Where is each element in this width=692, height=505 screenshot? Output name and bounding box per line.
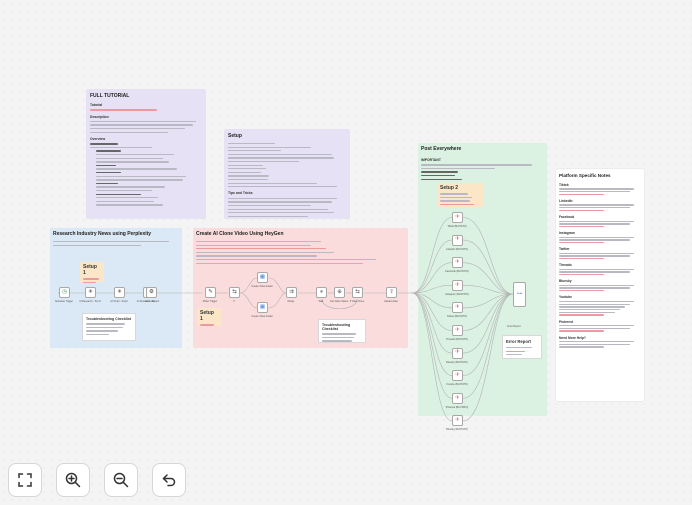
undo-icon bbox=[162, 474, 176, 487]
zoom-out-icon bbox=[113, 472, 129, 488]
post-node-1-label: LinkedIn (BLOTATO) bbox=[445, 247, 469, 251]
upload-video-node[interactable]: ⇪ bbox=[386, 287, 397, 298]
post-node-9-label: Bluesky (BLOTATO) bbox=[446, 428, 468, 432]
if-node[interactable]: ⇆ bbox=[229, 287, 240, 298]
post-2-icon: ✈ bbox=[455, 258, 460, 265]
generate-node-label: Generate bbox=[145, 300, 155, 303]
writer-trigger-icon: ✎ bbox=[208, 288, 213, 295]
post-node-7-label: Youtube (BLOTATO) bbox=[446, 383, 468, 387]
post-9-icon: ✈ bbox=[455, 417, 460, 424]
if-node-label: If bbox=[233, 300, 235, 303]
create-video-node-1-label: Create Video Avatar bbox=[251, 285, 273, 288]
post-node-8[interactable]: ✈ bbox=[452, 392, 463, 404]
post-7-icon: ✈ bbox=[455, 371, 460, 378]
ai-research-node[interactable]: ✳ bbox=[85, 287, 96, 298]
post-8-icon: ✈ bbox=[455, 394, 460, 401]
ai-script-node[interactable]: ✳ bbox=[114, 287, 125, 298]
post-node-6-label: Bluesky (BLOTATO) bbox=[446, 360, 468, 364]
merge-node[interactable]: ⇉ bbox=[286, 287, 297, 298]
post-6-icon: ✈ bbox=[455, 349, 460, 356]
post-node-2[interactable]: ✈ bbox=[452, 257, 463, 269]
post-node-3[interactable]: ✈ bbox=[452, 279, 463, 291]
zoom-in-icon bbox=[65, 472, 81, 488]
if-icon: ⇆ bbox=[232, 288, 237, 295]
generate-node[interactable]: ⚙ bbox=[146, 287, 157, 298]
upload-video-node-label: Upload video bbox=[384, 300, 398, 303]
writer-trigger-node[interactable]: ✎ bbox=[205, 287, 216, 298]
fit-view-button[interactable] bbox=[8, 463, 42, 497]
post-1-icon: ✈ bbox=[455, 236, 460, 243]
get-video-status-node[interactable]: ⊕ bbox=[334, 287, 345, 298]
create-video-node-1[interactable]: ▦ bbox=[257, 272, 268, 283]
merge-icon: ⊶ bbox=[516, 290, 523, 297]
if-video-done-icon: ⇆ bbox=[355, 288, 360, 295]
ai-research-node-label: AI Research - Top N bbox=[79, 300, 101, 303]
create-video-2-icon: ▦ bbox=[259, 303, 266, 310]
post-node-5[interactable]: ✈ bbox=[452, 325, 463, 336]
create-video-node-2-label: Create Video Avatar bbox=[251, 315, 273, 318]
post-node-7[interactable]: ✈ bbox=[452, 370, 463, 382]
get-video-status-icon: ⊕ bbox=[337, 288, 342, 295]
merge-icon: ⇉ bbox=[289, 288, 294, 295]
zoom-in-button[interactable] bbox=[56, 463, 90, 497]
post-node-5-label: Threads (BLOTATO) bbox=[446, 338, 468, 341]
post-node-4[interactable]: ✈ bbox=[452, 302, 463, 314]
post-4-icon: ✈ bbox=[455, 304, 460, 311]
schedule-trigger-node[interactable]: ◷ bbox=[59, 287, 70, 298]
post-node-0-label: Tiktok (BLOTATO) bbox=[447, 225, 467, 228]
upload-video-icon: ⇪ bbox=[389, 288, 394, 295]
post-0-icon: ✈ bbox=[455, 213, 460, 220]
ai-script-node-label: AI Script - Script bbox=[110, 300, 128, 303]
post-node-3-label: Instagram (BLOTATO) bbox=[445, 292, 469, 296]
post-node-1[interactable]: ✈ bbox=[452, 234, 463, 246]
merge-node-label: Merge bbox=[287, 300, 295, 303]
workflow-connections bbox=[58, 217, 514, 422]
wait-node[interactable]: ⏸ bbox=[316, 287, 327, 298]
fullscreen-icon bbox=[18, 473, 32, 487]
ai-research-icon: ✳ bbox=[88, 288, 93, 295]
wait-icon: ⏸ bbox=[320, 288, 323, 295]
if-video-done-node[interactable]: ⇆ bbox=[352, 287, 363, 298]
ai-script-icon: ✳ bbox=[117, 288, 122, 295]
create-video-node-2[interactable]: ▦ bbox=[257, 302, 268, 313]
post-node-8-label: Pinterest (BLOTATO) bbox=[445, 405, 469, 409]
schedule-trigger-icon: ◷ bbox=[62, 288, 67, 295]
error-report-merge-node[interactable]: ⊶ bbox=[513, 282, 526, 307]
if-video-done-node-label: If Video Done bbox=[349, 300, 365, 303]
merge-node-label: Error Report bbox=[507, 325, 521, 328]
post-node-2-label: Facebook (BLOTATO) bbox=[445, 270, 469, 274]
undo-button[interactable] bbox=[152, 463, 186, 497]
post-node-9[interactable]: ✈ bbox=[452, 415, 463, 427]
post-3-icon: ✈ bbox=[455, 281, 460, 288]
post-node-0[interactable]: ✈ bbox=[452, 212, 463, 223]
zoom-out-button[interactable] bbox=[104, 463, 138, 497]
post-node-6[interactable]: ✈ bbox=[452, 347, 463, 359]
post-5-icon: ✈ bbox=[455, 326, 460, 333]
post-node-4-label: Twitter (BLOTATO) bbox=[446, 315, 468, 319]
generate-icon: ⚙ bbox=[149, 288, 154, 295]
create-video-1-icon: ▦ bbox=[259, 273, 266, 280]
